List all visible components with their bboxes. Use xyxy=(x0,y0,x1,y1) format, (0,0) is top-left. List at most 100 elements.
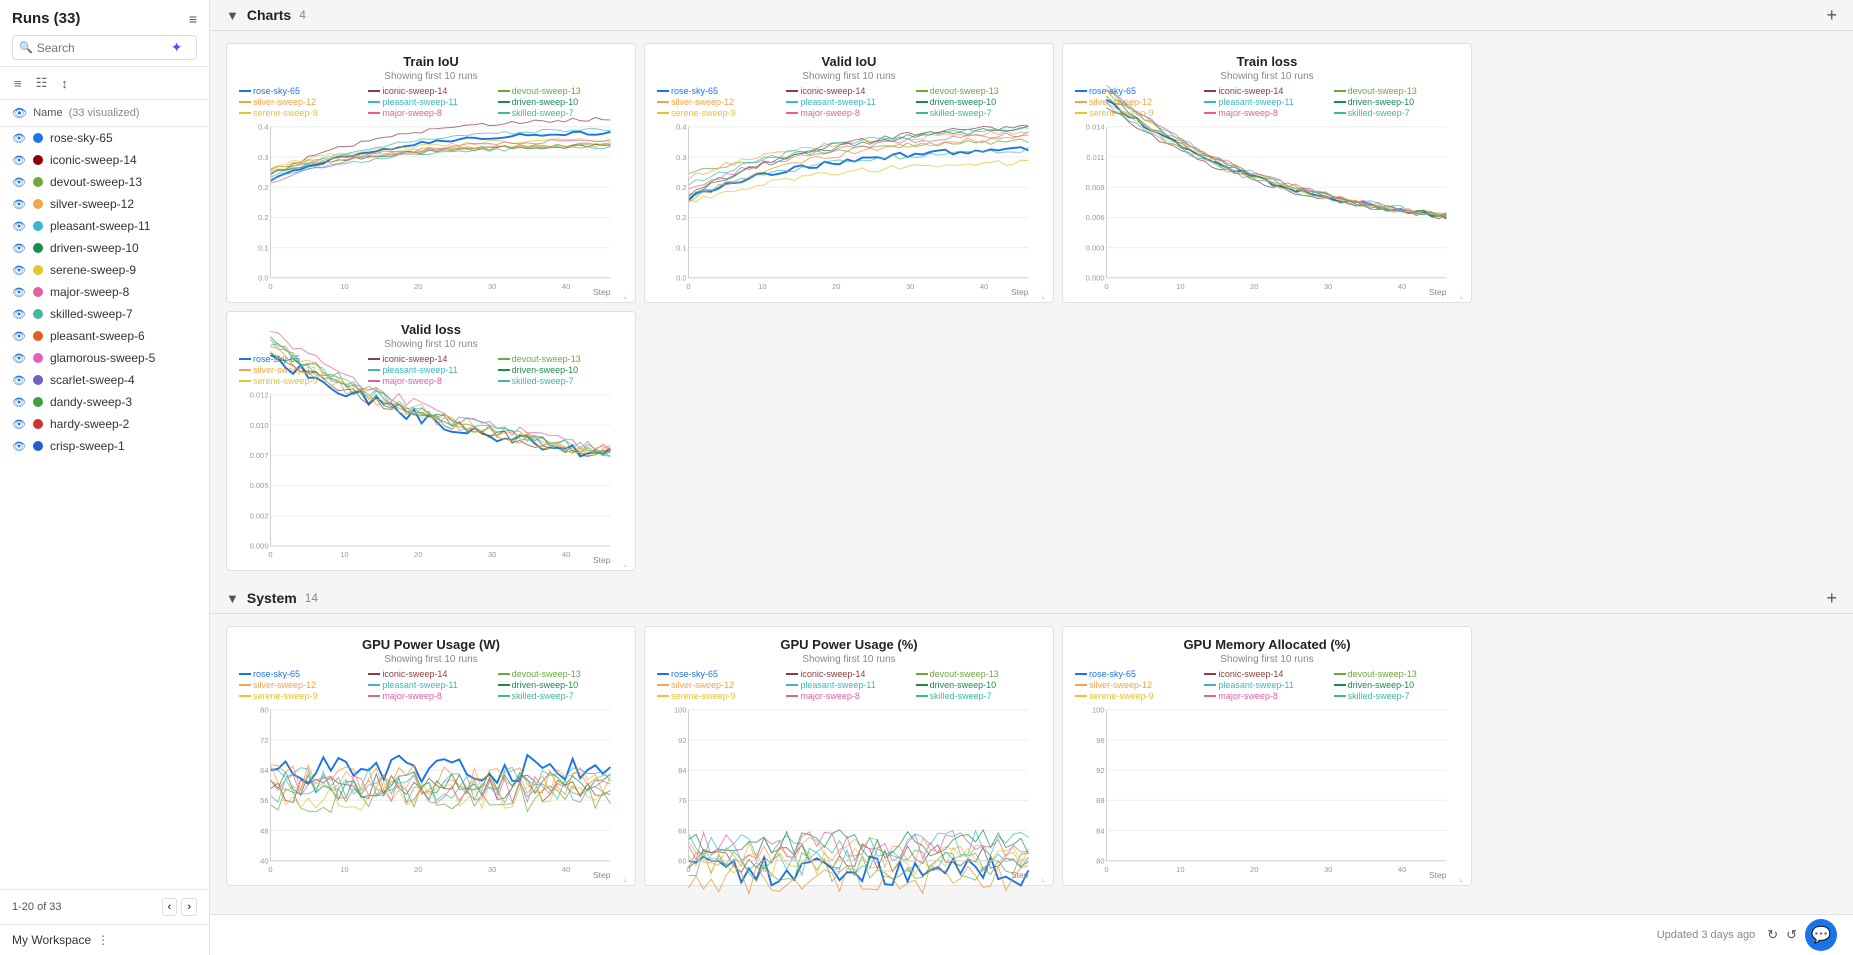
resize-handle[interactable]: ⌞ xyxy=(623,558,633,568)
sidebar-table-view-button[interactable]: ≡ xyxy=(189,11,197,27)
run-name-label: major-sweep-8 xyxy=(50,285,129,299)
svg-text:0.008: 0.008 xyxy=(1086,183,1105,192)
svg-text:Step: Step xyxy=(593,870,611,880)
run-item[interactable]: 👁 scarlet-sweep-4 xyxy=(0,369,209,391)
svg-text:40: 40 xyxy=(562,865,570,874)
reload-button[interactable]: ↺ xyxy=(1786,919,1797,951)
svg-text:40: 40 xyxy=(980,865,988,874)
chart-subtitle: Showing first 10 runs xyxy=(239,71,623,82)
svg-text:10: 10 xyxy=(758,865,766,874)
run-name-label: dandy-sweep-3 xyxy=(50,395,132,409)
svg-text:40: 40 xyxy=(562,282,570,291)
svg-text:30: 30 xyxy=(1324,282,1332,291)
svg-text:0.006: 0.006 xyxy=(1086,213,1105,222)
run-item[interactable]: 👁 silver-sweep-12 xyxy=(0,193,209,215)
run-item[interactable]: 👁 pleasant-sweep-11 xyxy=(0,215,209,237)
run-name-label: driven-sweep-10 xyxy=(50,241,139,255)
chart-card-valid-loss: Valid loss Showing first 10 runs rose-sk… xyxy=(226,311,636,571)
svg-text:Step: Step xyxy=(1429,287,1447,297)
svg-text:80: 80 xyxy=(260,706,268,715)
charts-collapse-button[interactable]: ▼ xyxy=(226,8,239,23)
resize-handle[interactable]: ⌞ xyxy=(623,873,633,883)
chart-title: GPU Memory Allocated (%) xyxy=(1075,637,1459,652)
resize-handle[interactable]: ⌞ xyxy=(1041,873,1051,883)
filter-button[interactable]: ≡ xyxy=(12,74,24,93)
charts-add-button[interactable]: + xyxy=(1826,6,1837,24)
pagination-prev-button[interactable]: ‹ xyxy=(162,898,178,916)
svg-text:40: 40 xyxy=(980,282,988,291)
svg-text:0.3: 0.3 xyxy=(258,153,269,162)
resize-handle[interactable]: ⌞ xyxy=(1459,290,1469,300)
refresh-button[interactable]: ↻ xyxy=(1767,919,1778,951)
run-visibility-icon: 👁 xyxy=(12,418,26,431)
system-collapse-button[interactable]: ▼ xyxy=(226,591,239,606)
run-name-label: scarlet-sweep-4 xyxy=(50,373,135,387)
table-button[interactable]: ☷ xyxy=(34,73,50,93)
sidebar-search-container: 🔍 ✦ xyxy=(12,35,197,60)
chart-area: 0.0000.0030.0060.0080.0110.014 010203040… xyxy=(1075,122,1459,292)
system-section-header: ▼ System 14 + xyxy=(210,583,1853,614)
run-color-dot xyxy=(33,155,43,165)
run-name-label: iconic-sweep-14 xyxy=(50,153,137,167)
main-content: ▼ Charts 4 + Train IoU Showing first 10 … xyxy=(210,0,1853,955)
run-item[interactable]: 👁 crisp-sweep-1 xyxy=(0,435,209,457)
svg-text:0: 0 xyxy=(268,282,272,291)
run-item[interactable]: 👁 rose-sky-65 xyxy=(0,127,209,149)
run-color-dot xyxy=(33,199,43,209)
search-input[interactable] xyxy=(37,41,167,55)
run-color-dot xyxy=(33,133,43,143)
run-item[interactable]: 👁 pleasant-sweep-6 xyxy=(0,325,209,347)
svg-text:0.4: 0.4 xyxy=(676,123,687,132)
run-visibility-icon: 👁 xyxy=(12,132,26,145)
run-name-label: rose-sky-65 xyxy=(50,131,113,145)
svg-text:96: 96 xyxy=(1096,736,1104,745)
chat-button[interactable]: 💬 xyxy=(1805,919,1837,951)
run-color-dot xyxy=(33,441,43,451)
chart-card-train-iou: Train IoU Showing first 10 runs rose-sky… xyxy=(226,43,636,303)
system-add-button[interactable]: + xyxy=(1826,589,1837,607)
system-section-header-left: ▼ System 14 xyxy=(226,590,318,606)
magic-search-icon[interactable]: ✦ xyxy=(171,39,183,56)
svg-text:0.2: 0.2 xyxy=(676,213,687,222)
run-item[interactable]: 👁 iconic-sweep-14 xyxy=(0,149,209,171)
svg-text:0.1: 0.1 xyxy=(676,243,687,252)
run-item[interactable]: 👁 glamorous-sweep-5 xyxy=(0,347,209,369)
svg-text:64: 64 xyxy=(260,766,268,775)
chart-title: Train loss xyxy=(1075,54,1459,69)
run-visibility-icon: 👁 xyxy=(12,220,26,233)
sidebar-footer: 1-20 of 33 ‹ › xyxy=(0,889,209,924)
workspace-menu-icon[interactable]: ⋮ xyxy=(97,933,109,947)
run-item[interactable]: 👁 driven-sweep-10 xyxy=(0,237,209,259)
sort-button[interactable]: ↕ xyxy=(59,74,70,93)
run-name-label: pleasant-sweep-11 xyxy=(50,219,151,233)
svg-text:0.002: 0.002 xyxy=(250,511,269,520)
pagination-next-button[interactable]: › xyxy=(181,898,197,916)
run-item[interactable]: 👁 major-sweep-8 xyxy=(0,281,209,303)
svg-text:30: 30 xyxy=(488,282,496,291)
runs-header-count: (33 visualized) xyxy=(69,107,140,119)
charts-grid: Train IoU Showing first 10 runs rose-sky… xyxy=(210,31,1853,583)
chart-card-gpu-power-pct: GPU Power Usage (%) Showing first 10 run… xyxy=(644,626,1054,886)
svg-text:Step: Step xyxy=(1011,287,1029,297)
svg-text:60: 60 xyxy=(678,857,686,866)
resize-handle[interactable]: ⌞ xyxy=(1459,873,1469,883)
run-name-label: hardy-sweep-2 xyxy=(50,417,129,431)
svg-text:0: 0 xyxy=(268,865,272,874)
run-item[interactable]: 👁 devout-sweep-13 xyxy=(0,171,209,193)
resize-handle[interactable]: ⌞ xyxy=(1041,290,1051,300)
svg-text:0.010: 0.010 xyxy=(250,421,269,430)
run-name-label: silver-sweep-12 xyxy=(50,197,134,211)
svg-text:92: 92 xyxy=(678,736,686,745)
run-item[interactable]: 👁 serene-sweep-9 xyxy=(0,259,209,281)
svg-text:0: 0 xyxy=(1104,865,1108,874)
workspace-footer: My Workspace ⋮ xyxy=(0,924,209,955)
svg-text:20: 20 xyxy=(414,282,422,291)
run-item[interactable]: 👁 skilled-sweep-7 xyxy=(0,303,209,325)
run-item[interactable]: 👁 hardy-sweep-2 xyxy=(0,413,209,435)
svg-text:88: 88 xyxy=(1096,796,1104,805)
svg-text:0.014: 0.014 xyxy=(1086,123,1105,132)
run-item[interactable]: 👁 dandy-sweep-3 xyxy=(0,391,209,413)
resize-handle[interactable]: ⌞ xyxy=(623,290,633,300)
sidebar-toolbar: ≡ ☷ ↕ xyxy=(0,67,209,100)
chart-card-valid-iou: Valid IoU Showing first 10 runs rose-sky… xyxy=(644,43,1054,303)
